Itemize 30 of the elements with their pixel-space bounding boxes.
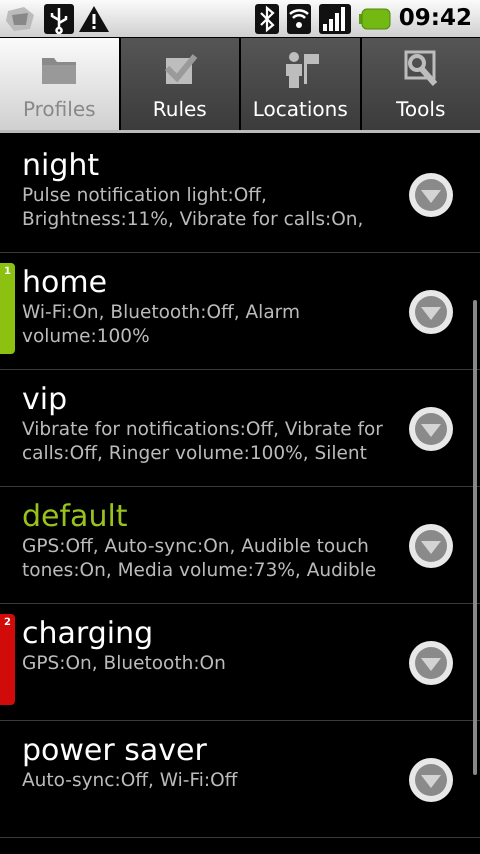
profile-name: power saver (22, 733, 208, 769)
profile-name: charging (22, 616, 154, 652)
signal-icon (318, 4, 351, 34)
bluetooth-icon (254, 4, 279, 34)
tab[interactable]: Rules (120, 38, 239, 130)
profile-summary: Vibrate for notifications:Off, Vibrate for calls:Off, Ringer volume:100%, Silent (22, 418, 384, 466)
priority-marker: 1 (0, 263, 15, 354)
profile-summary: Pulse notification light:Off, Brightness:11%, Vibrate for calls:On, (22, 184, 364, 232)
dropdown-button[interactable] (408, 640, 454, 686)
tab[interactable]: Locations (241, 38, 360, 130)
profile-name: default (22, 499, 129, 535)
profile-summary: Auto-sync:Off, Wi-Fi:Off (22, 769, 239, 793)
dropdown-button[interactable] (408, 406, 454, 452)
profile-name: night (22, 148, 100, 184)
clock: 09:42 (398, 4, 472, 34)
battery-icon (358, 8, 391, 30)
dropdown-button[interactable] (408, 757, 454, 803)
tab[interactable]: Tools (362, 38, 480, 130)
profile-name: home (22, 265, 108, 301)
profile-summary: Wi-Fi:On, Bluetooth:Off, Alarm volume:100% (22, 301, 301, 349)
usb-icon (44, 4, 74, 34)
profile-summary: GPS:On, Bluetooth:On (22, 652, 227, 676)
profile-name: vip (22, 382, 68, 418)
priority-marker: 2 (0, 614, 15, 705)
profile-summary: GPS:Off, Auto-sync:On, Audible touch tones:On, Media volume:73%, Audible (22, 535, 378, 583)
dropdown-button[interactable] (408, 289, 454, 335)
dropdown-button[interactable] (408, 523, 454, 569)
dropdown-button[interactable] (408, 172, 454, 218)
warning-icon (78, 4, 110, 34)
wifi-icon (286, 4, 311, 34)
